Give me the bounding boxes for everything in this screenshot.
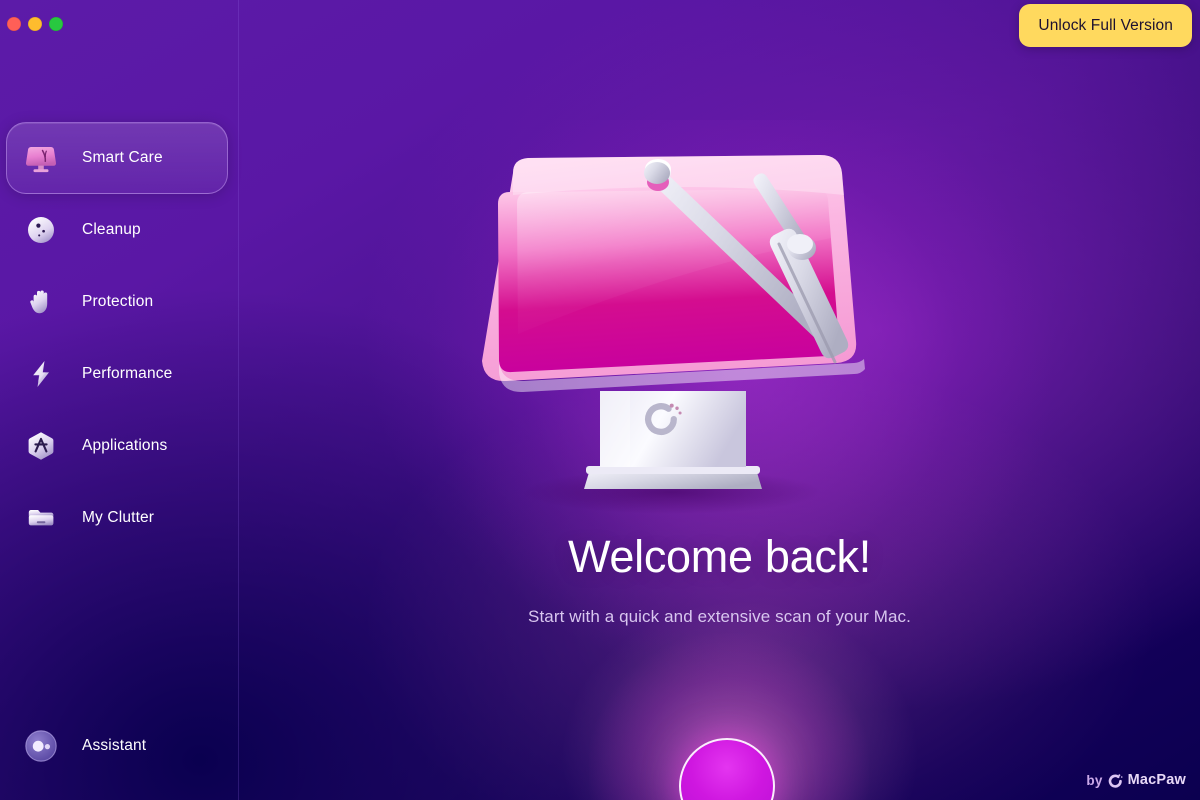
cleanup-broom-icon bbox=[22, 211, 60, 249]
sidebar-item-label: My Clutter bbox=[82, 509, 155, 526]
my-clutter-folder-icon bbox=[22, 499, 60, 537]
sidebar-item-my-clutter[interactable]: My Clutter bbox=[0, 482, 239, 554]
sidebar-item-cleanup[interactable]: Cleanup bbox=[0, 194, 239, 266]
sidebar-item-label: Assistant bbox=[82, 737, 147, 754]
sidebar-item-label: Smart Care bbox=[82, 149, 163, 166]
brand-by-label: by bbox=[1086, 772, 1103, 788]
page-subtitle: Start with a quick and extensive scan of… bbox=[528, 607, 911, 626]
macpaw-logo-icon bbox=[1108, 773, 1123, 788]
sidebar-item-protection[interactable]: Protection bbox=[0, 266, 239, 338]
brand-name-label: MacPaw bbox=[1127, 772, 1186, 788]
sidebar-item-smart-care[interactable]: Smart Care bbox=[0, 122, 239, 194]
performance-bolt-icon bbox=[22, 355, 60, 393]
page-title: Welcome back! bbox=[568, 531, 871, 582]
sidebar: Smart Care Cleanup Protection Performanc… bbox=[0, 0, 239, 800]
app-window: Unlock Full Version Smart Care Cleanup P… bbox=[0, 0, 1200, 800]
sidebar-item-applications[interactable]: Applications bbox=[0, 410, 239, 482]
imac-with-squeegee-illustration bbox=[457, 140, 887, 520]
sidebar-item-performance[interactable]: Performance bbox=[0, 338, 239, 410]
sidebar-item-label: Cleanup bbox=[82, 221, 141, 238]
applications-hexagon-icon bbox=[22, 427, 60, 465]
macpaw-branding: by MacPaw bbox=[1086, 772, 1186, 788]
assistant-orb-icon bbox=[22, 727, 60, 765]
smart-care-imac-icon bbox=[22, 139, 60, 177]
main-content: Welcome back! Start with a quick and ext… bbox=[239, 0, 1200, 800]
sidebar-item-label: Applications bbox=[82, 437, 168, 454]
sidebar-item-assistant[interactable]: Assistant bbox=[0, 710, 239, 782]
scan-button-area: Scan bbox=[589, 633, 869, 800]
sidebar-item-label: Protection bbox=[82, 293, 154, 310]
protection-hand-icon bbox=[22, 283, 60, 321]
sidebar-item-label: Performance bbox=[82, 365, 173, 382]
sidebar-nav: Smart Care Cleanup Protection Performanc… bbox=[0, 122, 239, 554]
scan-button[interactable]: Scan bbox=[679, 738, 775, 800]
